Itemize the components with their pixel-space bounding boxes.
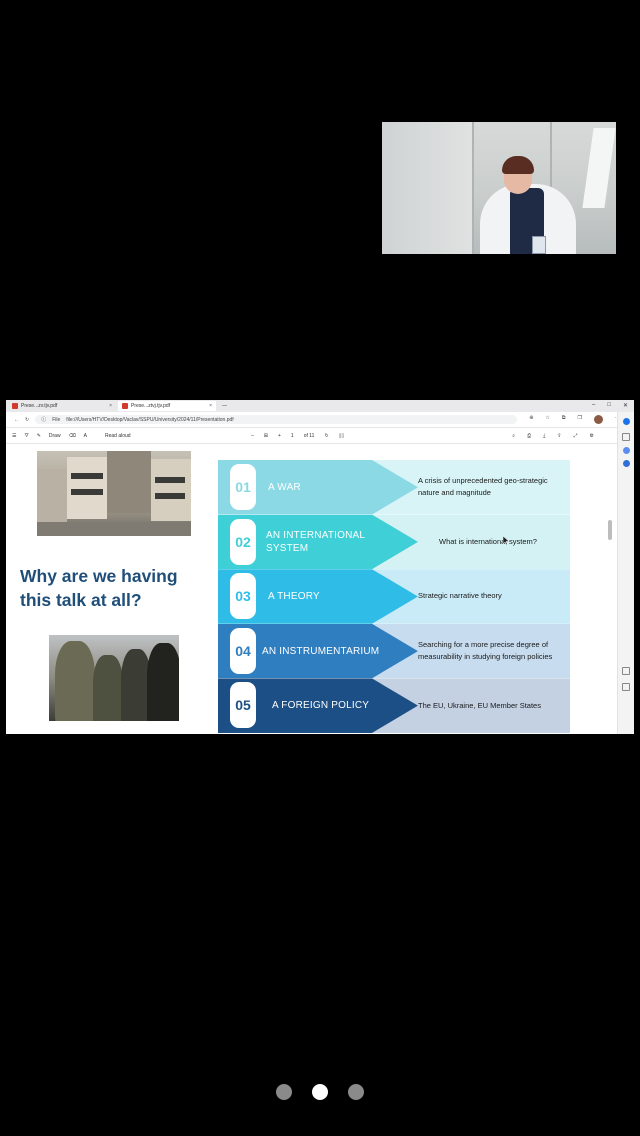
zoom-out-button[interactable]: – xyxy=(251,433,254,439)
page-number[interactable]: 1 xyxy=(291,433,294,439)
draw-label[interactable]: Draw xyxy=(49,433,61,439)
agenda-list: 01 A WAR A crisis of unprecedented geo-str… xyxy=(218,460,570,733)
close-icon[interactable]: × xyxy=(209,403,212,409)
print-icon[interactable]: ⎙ xyxy=(527,433,531,439)
agenda-number: 05 xyxy=(230,682,256,729)
address-prefix: File xyxy=(52,416,61,423)
pdf-icon xyxy=(12,403,18,409)
tab-bar: Prese...zv.tjv.pdf × Prese...ztvj.tjv.pd… xyxy=(6,400,634,412)
search-sidebar-icon[interactable] xyxy=(622,433,630,441)
close-window-button[interactable]: ✕ xyxy=(623,402,628,409)
shopping-icon[interactable] xyxy=(622,447,630,454)
agenda-label: A WAR xyxy=(268,481,301,493)
agenda-description: Searching for a more precise degree of m… xyxy=(418,640,553,662)
browser-window: Prese...zv.tjv.pdf × Prese...ztvj.tjv.pd… xyxy=(6,400,634,734)
agenda-label: AN INTERNATIONAL SYSTEM xyxy=(266,529,365,554)
agenda-description: The EU, Ukraine, EU Member States xyxy=(418,700,541,710)
zoom-icon[interactable]: ⊕ xyxy=(529,415,533,424)
page-dot[interactable] xyxy=(312,1084,328,1100)
collections-icon[interactable]: ❐ xyxy=(577,415,581,424)
page-indicator xyxy=(0,1084,640,1100)
pdf-icon xyxy=(122,403,128,409)
agenda-number: 01 xyxy=(230,464,256,510)
agenda-row: 04 AN INSTRUMENTARIUM Searching for a more… xyxy=(218,623,570,679)
slide-title: Why are we having this talk at all? xyxy=(20,566,178,610)
agenda-description: Strategic narrative theory xyxy=(418,591,502,601)
page-controls: – ⊞ + 1 of 11 ↻ ▯▯ xyxy=(251,433,344,439)
toolbar-icons: ⊕ ☆ ⧉ ❐ ⋯ xyxy=(529,415,620,424)
presenter-badge xyxy=(532,236,546,254)
close-icon[interactable]: × xyxy=(109,403,112,409)
page-dot[interactable] xyxy=(276,1084,292,1100)
agenda-description: A crisis of unprecedented geo-strategic … xyxy=(418,476,548,498)
page-count: of 11 xyxy=(303,432,315,439)
agenda-row: 03 A THEORY Strategic narrative theory xyxy=(218,569,570,624)
window-light xyxy=(582,128,616,208)
agenda-row: 01 A WAR A crisis of unprecedented geo-str… xyxy=(218,460,570,515)
agenda-label: A THEORY xyxy=(268,590,320,602)
tab-label: Prese...ztvj.tjv.pdf xyxy=(131,403,171,409)
rotate-icon[interactable]: ↻ xyxy=(324,433,328,439)
save-icon[interactable]: ⤓ xyxy=(543,433,545,439)
scrollbar[interactable] xyxy=(608,448,612,728)
filter-icon[interactable]: ⛛ xyxy=(24,433,28,439)
maximize-button[interactable]: □ xyxy=(607,402,611,409)
pdf-toolbar: ☰ ⛛ ✎ Draw ⌫ A Read aloud – ⊞ + 1 of 11 … xyxy=(6,428,634,444)
agenda-description: What is international system? xyxy=(439,536,537,546)
favorite-icon[interactable]: ☆ xyxy=(545,415,549,424)
agenda-row: 05 A FOREIGN POLICY The EU, Ukraine, EU Me… xyxy=(218,678,570,733)
minimize-button[interactable]: – xyxy=(592,402,595,409)
text-icon[interactable]: A xyxy=(84,433,87,439)
pdf-right-tools: ⌕ ⎙ ⤓ ⇪ ⤢ ⚙ xyxy=(512,433,594,439)
search-icon[interactable]: ⌕ xyxy=(512,433,515,439)
split-icon[interactable]: ⧉ xyxy=(562,415,566,424)
contents-icon[interactable]: ☰ xyxy=(12,433,16,439)
tab-label: Prese...zv.tjv.pdf xyxy=(21,403,58,409)
window-controls: – □ ✕ xyxy=(592,402,628,409)
info-icon: ⓘ xyxy=(41,417,47,423)
draw-icon[interactable]: ✎ xyxy=(37,433,41,439)
share-icon[interactable]: ⇪ xyxy=(557,433,561,439)
address-bar-row: ← ↻ ⓘ File file:///Users/HTV/Desktop/Vac… xyxy=(6,412,634,428)
wall xyxy=(382,122,472,254)
zoom-in-button[interactable]: + xyxy=(278,433,281,439)
eraser-icon[interactable]: ⌫ xyxy=(69,433,76,439)
wall-panel xyxy=(472,122,474,254)
mouse-cursor-icon xyxy=(503,536,509,545)
settings-icon[interactable]: ⚙ xyxy=(590,433,594,439)
page-dot[interactable] xyxy=(348,1084,364,1100)
page-view-icon[interactable]: ▯▯ xyxy=(339,433,345,439)
fit-icon[interactable]: ⊞ xyxy=(264,433,268,439)
webcam-video xyxy=(382,122,616,254)
presenter-hair xyxy=(502,156,534,174)
agenda-number: 03 xyxy=(230,573,256,620)
address-url: file:///Users/HTV/Desktop/Vaclav/SSPU/Un… xyxy=(66,416,234,423)
scrollbar-thumb[interactable] xyxy=(608,520,612,540)
copilot-icon[interactable] xyxy=(622,418,630,425)
agenda-label: AN INSTRUMENTARIUM xyxy=(262,645,380,657)
soldiers-photo xyxy=(49,635,179,721)
outlook-icon[interactable] xyxy=(622,460,630,467)
agenda-row: 02 AN INTERNATIONAL SYSTEM What is interna… xyxy=(218,514,570,570)
sidebar-toggle-icon[interactable] xyxy=(622,667,630,675)
tab-pdf-2[interactable]: Prese...ztvj.tjv.pdf × xyxy=(118,401,216,411)
tab-pdf-1[interactable]: Prese...zv.tjv.pdf × xyxy=(8,401,116,411)
agenda-label: A FOREIGN POLICY xyxy=(272,700,370,712)
back-arrow-icon[interactable]: ← xyxy=(14,417,19,423)
sidebar-settings-icon[interactable] xyxy=(622,683,630,691)
address-bar[interactable]: ⓘ File file:///Users/HTV/Desktop/Vaclav/… xyxy=(35,415,518,424)
destroyed-building-photo xyxy=(37,451,191,536)
avatar[interactable] xyxy=(593,415,603,424)
reload-icon[interactable]: ↻ xyxy=(25,417,29,423)
fullscreen-icon[interactable]: ⤢ xyxy=(574,433,578,439)
read-aloud-button[interactable]: Read aloud xyxy=(105,433,131,439)
pdf-slide: Why are we having this talk at all? 01 A … xyxy=(6,446,606,734)
agenda-number: 02 xyxy=(230,518,256,565)
edge-sidebar xyxy=(617,412,634,734)
agenda-number: 04 xyxy=(230,627,256,674)
new-tab-button[interactable]: — xyxy=(222,403,227,409)
